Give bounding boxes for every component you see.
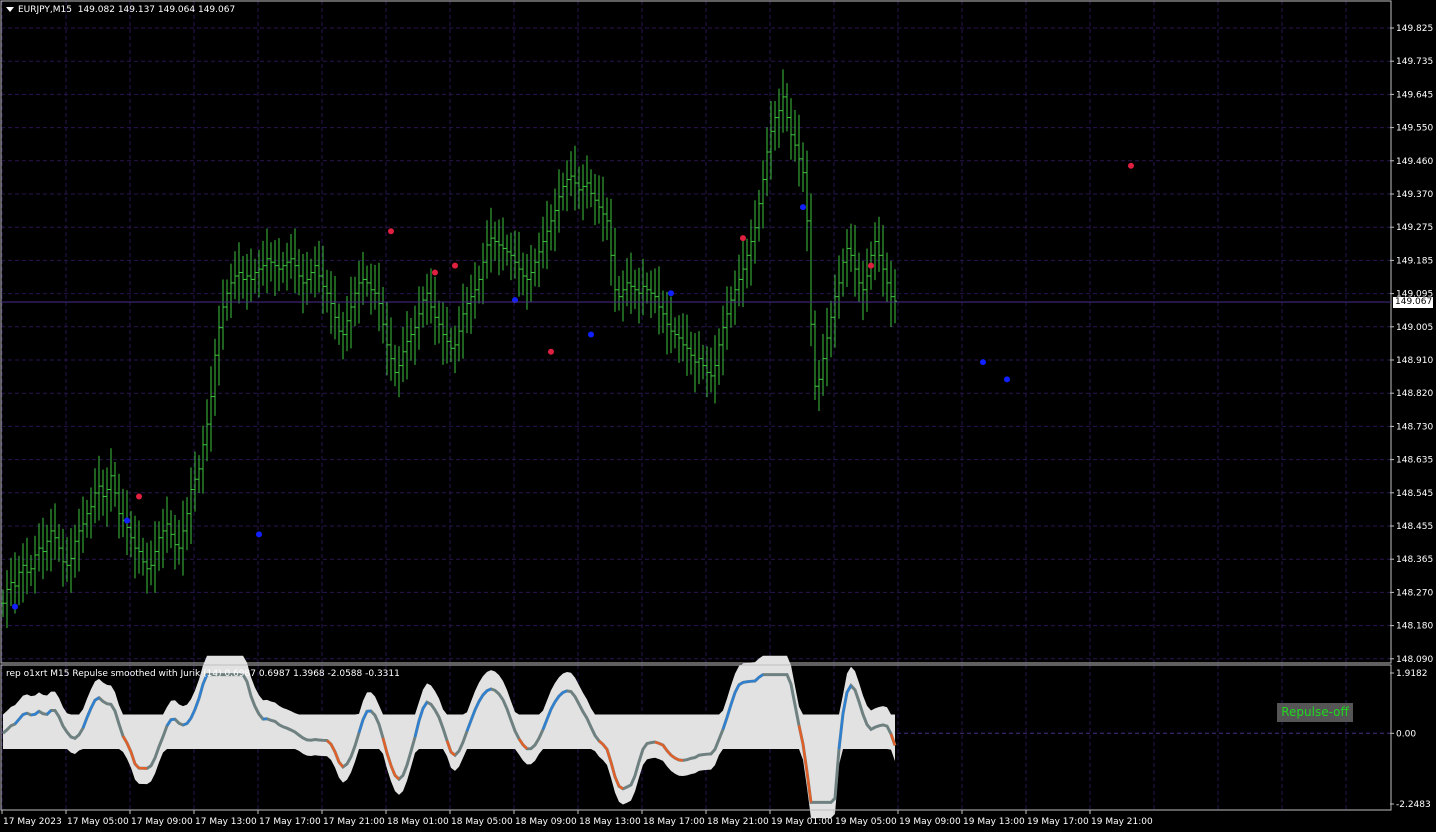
price-tick-label: 149.185 (1396, 256, 1433, 266)
price-tick-label: 149.550 (1396, 124, 1433, 134)
price-tick-label: 149.645 (1396, 90, 1433, 100)
price-tick-label: 148.180 (1396, 622, 1433, 632)
time-tick-label: 17 May 09:00 (131, 817, 193, 827)
sell-signal-dot (548, 348, 554, 355)
price-tick-label: 149.370 (1396, 190, 1433, 200)
time-tick-label: 18 May 05:00 (451, 817, 513, 827)
time-tick-label: 18 May 21:00 (707, 817, 769, 827)
indicator-title: rep o1xrt M15 Repulse smoothed with Juri… (6, 669, 400, 679)
time-tick-label: 17 May 13:00 (195, 817, 257, 827)
price-tick-label: 148.545 (1396, 489, 1433, 499)
time-tick-label: 18 May 09:00 (515, 817, 577, 827)
repulse-segment (658, 742, 664, 747)
price-tick-label: 149.825 (1396, 24, 1433, 34)
price-tick-label: 148.910 (1396, 356, 1433, 366)
time-tick-label: 17 May 05:00 (67, 817, 129, 827)
time-tick-label: 17 May 17:00 (259, 817, 321, 827)
price-tick-label: 148.270 (1396, 588, 1433, 598)
sell-signal-dot (432, 269, 438, 276)
repulse-segment (674, 756, 680, 762)
repulse-segment (486, 687, 492, 692)
time-tick-label: 19 May 01:00 (771, 817, 833, 827)
current-price-label: 149.067 (1393, 297, 1433, 308)
repulse-segment (170, 717, 176, 721)
time-tick-label: 17 May 2023 (3, 817, 62, 827)
sell-signal-dot (452, 262, 458, 269)
price-tick-label: 148.455 (1396, 522, 1433, 532)
buy-signal-dot (12, 603, 18, 610)
chart-header[interactable]: EURJPY,M15 149.082 149.137 149.064 149.0… (6, 4, 235, 16)
repulse-segment (30, 713, 36, 717)
time-tick-label: 19 May 09:00 (899, 817, 961, 827)
buy-signal-dot (668, 290, 674, 297)
time-tick-label: 19 May 17:00 (1027, 817, 1089, 827)
collapse-arrow-icon[interactable] (6, 7, 14, 12)
buy-signal-dot (124, 517, 130, 524)
time-tick-label: 18 May 13:00 (579, 817, 641, 827)
buy-signal-dot (800, 204, 806, 211)
buy-signal-dot (588, 331, 594, 338)
sell-signal-dot (1128, 162, 1134, 169)
trading-chart[interactable]: 149.825 149.735 149.645 149.550 149.460 149.3… (0, 0, 1436, 832)
time-tick-label: 19 May 13:00 (963, 817, 1025, 827)
sell-signal-dot (740, 235, 746, 242)
time-tick-label: 19 May 21:00 (1091, 817, 1153, 827)
time-tick-label: 17 May 21:00 (323, 817, 385, 827)
price-tick-label: 148.730 (1396, 422, 1433, 432)
symbol-label: EURJPY,M15 (18, 5, 72, 15)
repulse-segment (654, 740, 660, 745)
repulse-segment (182, 722, 188, 727)
sell-signal-dot (136, 493, 142, 500)
buy-signal-dot (256, 531, 262, 538)
sell-signal-dot (388, 228, 394, 235)
time-tick-label: 18 May 17:00 (643, 817, 705, 827)
sell-signal-dot (868, 262, 874, 269)
price-tick-label: 148.090 (1396, 655, 1433, 665)
buy-signal-dot (980, 359, 986, 366)
indicator-tick-label: -2.2483 (1396, 800, 1431, 810)
price-tick-label: 149.460 (1396, 157, 1433, 167)
indicator-tick-label: 1.9182 (1396, 669, 1428, 679)
price-tick-label: 148.635 (1396, 456, 1433, 466)
price-tick-label: 148.820 (1396, 389, 1433, 399)
price-tick-label: 149.735 (1396, 57, 1433, 67)
time-tick-label: 18 May 01:00 (387, 817, 449, 827)
ohlc-values: 149.082 149.137 149.064 149.067 (77, 5, 236, 15)
repulse-segment (22, 712, 28, 716)
repulse-segment (742, 680, 748, 684)
repulse-segment (562, 689, 568, 694)
time-tick-label: 19 May 05:00 (835, 817, 897, 827)
buy-signal-dot (1004, 376, 1010, 383)
price-tick-label: 148.365 (1396, 555, 1433, 565)
price-tick-label: 149.275 (1396, 223, 1433, 233)
price-tick-label: 149.005 (1396, 323, 1433, 333)
repulse-off-button[interactable]: Repulse-off (1277, 703, 1353, 722)
indicator-tick-label: 0.00 (1396, 729, 1416, 739)
